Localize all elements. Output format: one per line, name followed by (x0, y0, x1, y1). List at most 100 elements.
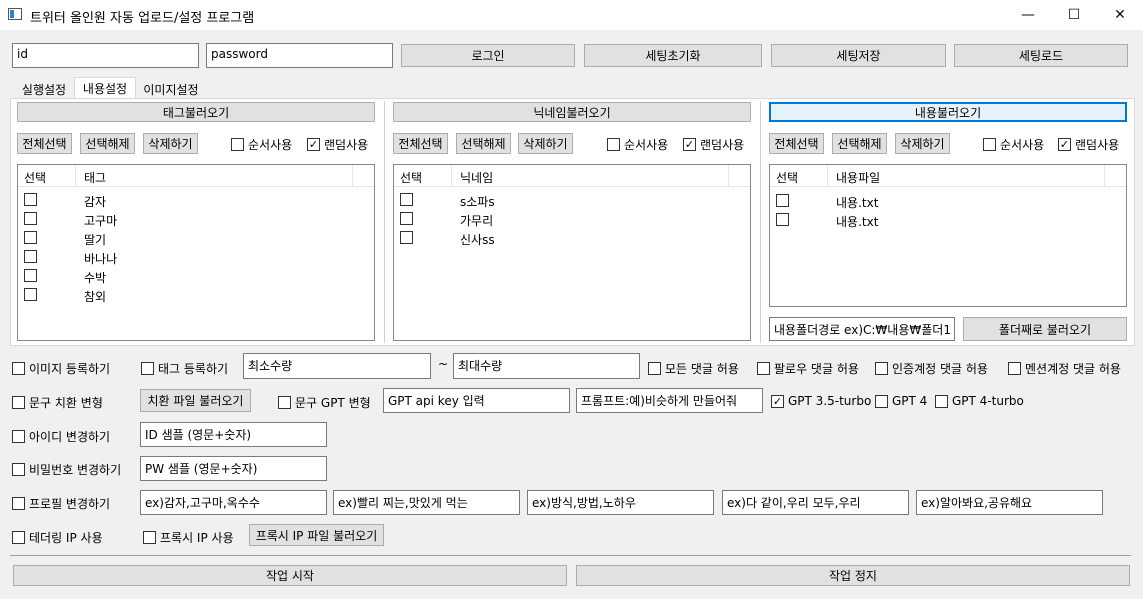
tag-deselect-button[interactable]: 선택해제 (80, 133, 135, 154)
tab-content-settings[interactable]: 내용설정 (74, 77, 136, 99)
id-sample-input[interactable]: ID 샘플 (영문+숫자) (140, 422, 327, 447)
column-nickname: 닉네임 (460, 171, 494, 185)
load-folder-button[interactable]: 폴더째로 불러오기 (963, 317, 1127, 341)
row-checkbox[interactable] (400, 193, 413, 206)
prompt-input[interactable]: 프롬프트:예)비슷하게 만들어줘 (576, 388, 763, 413)
phrase-replace-checkbox[interactable]: 문구 치환 변형 (12, 394, 103, 411)
save-settings-button[interactable]: 세팅저장 (771, 44, 946, 67)
row-checkbox[interactable] (24, 193, 37, 206)
allow-all-replies-checkbox[interactable]: 모든 댓글 허용 (648, 360, 739, 377)
list-item[interactable]: 수박 (18, 266, 374, 285)
maximize-button[interactable]: ☐ (1051, 0, 1097, 30)
login-button[interactable]: 로그인 (401, 44, 575, 67)
content-select-all-button[interactable]: 전체선택 (769, 133, 824, 154)
list-item[interactable]: 가무리 (394, 209, 750, 228)
list-header: 선택 내용파일 (770, 165, 1126, 187)
minimize-button[interactable]: — (1005, 0, 1051, 30)
row-checkbox[interactable] (24, 231, 37, 244)
tab-run-settings[interactable]: 실행설정 (14, 79, 74, 99)
range-tilde: ~ (438, 357, 449, 371)
column-divider (451, 165, 452, 187)
list-header: 선택 태그 (18, 165, 374, 187)
id-input[interactable]: id (12, 43, 199, 68)
nickname-sequential-checkbox[interactable]: 순서사용 (607, 136, 668, 153)
content-delete-button[interactable]: 삭제하기 (895, 133, 950, 154)
row-checkbox[interactable] (24, 269, 37, 282)
pw-sample-input[interactable]: PW 샘플 (영문+숫자) (140, 456, 327, 481)
content-folder-path-input[interactable]: 내용폴더경로 ex)C:₩내용₩폴더1 (769, 317, 955, 341)
reset-settings-button[interactable]: 세팅초기화 (584, 44, 762, 67)
load-replace-file-button[interactable]: 치환 파일 불러오기 (140, 389, 251, 412)
row-checkbox[interactable] (400, 212, 413, 225)
list-item[interactable]: 내용.txt (770, 191, 1126, 210)
content-random-checkbox[interactable]: ✓ 랜덤사용 (1058, 136, 1119, 153)
list-item[interactable]: 내용.txt (770, 210, 1126, 229)
list-item[interactable]: 신사ss (394, 228, 750, 247)
tag-list[interactable]: 선택 태그 감자 고구마 딸기 바나나 수박 참외 (17, 164, 375, 341)
checkbox-box (12, 497, 25, 510)
load-content-button[interactable]: 내용불러오기 (769, 102, 1127, 122)
mention-replies-checkbox[interactable]: 멘션계정 댓글 허용 (1008, 360, 1121, 377)
row-checkbox[interactable] (24, 288, 37, 301)
profile-field-2[interactable]: ex)빨리 찌는,맛있게 먹는 (333, 490, 520, 515)
verified-replies-checkbox[interactable]: 인증계정 댓글 허용 (875, 360, 988, 377)
password-input[interactable]: password (206, 43, 393, 68)
proxy-ip-checkbox[interactable]: 프록시 IP 사용 (143, 529, 234, 546)
gpt4-checkbox[interactable]: GPT 4 (875, 394, 927, 408)
list-item[interactable]: 참외 (18, 285, 374, 304)
checkmark-icon: ✓ (683, 138, 696, 151)
phrase-gpt-checkbox[interactable]: 문구 GPT 변형 (278, 394, 371, 411)
follower-replies-checkbox[interactable]: 팔로우 댓글 허용 (757, 360, 859, 377)
image-register-checkbox[interactable]: 이미지 등록하기 (12, 360, 110, 377)
tag-select-all-button[interactable]: 전체선택 (17, 133, 72, 154)
tag-random-checkbox[interactable]: ✓ 랜덤사용 (307, 136, 368, 153)
start-job-button[interactable]: 작업 시작 (13, 565, 567, 586)
content-file-list[interactable]: 선택 내용파일 내용.txt 내용.txt (769, 164, 1127, 307)
stop-job-button[interactable]: 작업 정지 (576, 565, 1130, 586)
gpt35-checkbox[interactable]: ✓ GPT 3.5-turbo (771, 394, 871, 408)
content-deselect-button[interactable]: 선택해제 (832, 133, 887, 154)
load-tags-button[interactable]: 태그불러오기 (17, 102, 375, 122)
load-settings-button[interactable]: 세팅로드 (954, 44, 1128, 67)
profile-field-3[interactable]: ex)방식,방법,노하우 (527, 490, 714, 515)
nickname-delete-button[interactable]: 삭제하기 (518, 133, 573, 154)
nickname-deselect-button[interactable]: 선택해제 (456, 133, 511, 154)
tab-image-settings[interactable]: 이미지설정 (137, 79, 205, 99)
checkmark-icon: ✓ (1058, 138, 1071, 151)
row-checkbox[interactable] (776, 194, 789, 207)
change-profile-checkbox[interactable]: 프로필 변경하기 (12, 495, 110, 512)
load-proxy-file-button[interactable]: 프록시 IP 파일 불러오기 (249, 524, 384, 546)
row-checkbox[interactable] (24, 250, 37, 263)
profile-field-1[interactable]: ex)감자,고구마,옥수수 (140, 490, 327, 515)
list-item[interactable]: 고구마 (18, 209, 374, 228)
nickname-select-all-button[interactable]: 전체선택 (393, 133, 448, 154)
gpt-api-key-input[interactable]: GPT api key 입력 (383, 388, 570, 413)
close-button[interactable]: ✕ (1097, 0, 1143, 30)
list-item[interactable]: 감자 (18, 190, 374, 209)
profile-field-5[interactable]: ex)알아봐요,공유해요 (916, 490, 1103, 515)
load-nicknames-button[interactable]: 닉네임불러오기 (393, 102, 751, 122)
gpt4-turbo-checkbox[interactable]: GPT 4-turbo (935, 394, 1024, 408)
row-checkbox[interactable] (400, 231, 413, 244)
panel-separator (760, 101, 761, 343)
tag-sequential-checkbox[interactable]: 순서사용 (231, 136, 292, 153)
max-count-input[interactable]: 최대수량 (453, 353, 640, 379)
list-item[interactable]: s소파s (394, 190, 750, 209)
row-checkbox[interactable] (776, 213, 789, 226)
row-checkbox[interactable] (24, 212, 37, 225)
tethering-ip-checkbox[interactable]: 테더링 IP 사용 (12, 529, 103, 546)
content-sequential-checkbox[interactable]: 순서사용 (983, 136, 1044, 153)
nickname-random-checkbox[interactable]: ✓ 랜덤사용 (683, 136, 744, 153)
column-divider (352, 165, 353, 187)
list-item[interactable]: 바나나 (18, 247, 374, 266)
list-item[interactable]: 딸기 (18, 228, 374, 247)
tag-delete-button[interactable]: 삭제하기 (143, 133, 198, 154)
min-count-input[interactable]: 최소수량 (243, 353, 431, 379)
profile-field-4[interactable]: ex)다 같이,우리 모두,우리 (722, 490, 909, 515)
change-id-checkbox[interactable]: 아이디 변경하기 (12, 428, 110, 445)
nickname-list[interactable]: 선택 닉네임 s소파s 가무리 신사ss (393, 164, 751, 341)
tag-register-checkbox[interactable]: 태그 등록하기 (141, 360, 228, 377)
checkbox-box (875, 362, 888, 375)
change-password-checkbox[interactable]: 비밀번호 변경하기 (12, 461, 121, 478)
checkbox-box (983, 138, 996, 151)
